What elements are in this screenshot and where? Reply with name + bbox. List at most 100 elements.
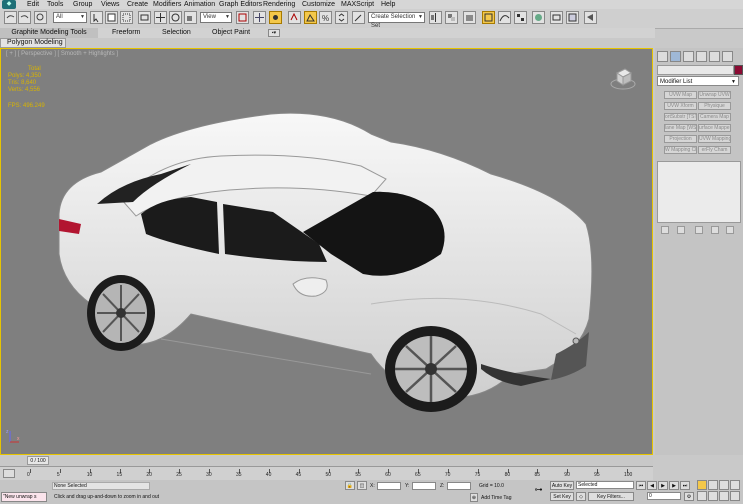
auto-key-button[interactable]: Auto Key: [550, 481, 574, 490]
scale-icon[interactable]: [184, 11, 197, 24]
zoom-extents-all-icon[interactable]: [730, 480, 740, 490]
hierarchy-tab-icon[interactable]: [683, 51, 694, 62]
modifier-button[interactable]: erFly Cham: [698, 146, 731, 154]
display-tab-icon[interactable]: [709, 51, 720, 62]
menu-animation[interactable]: Animation: [184, 0, 215, 9]
modifier-button[interactable]: Unwrap UVW: [698, 91, 731, 99]
make-unique-icon[interactable]: [695, 226, 703, 234]
align-icon[interactable]: [445, 11, 458, 24]
time-config-icon[interactable]: ⚙: [684, 492, 694, 501]
pan-view-icon[interactable]: [708, 491, 718, 501]
tab-polygon-modeling[interactable]: Polygon Modeling: [0, 38, 66, 48]
previous-frame-icon[interactable]: ◀: [647, 481, 657, 490]
move-icon[interactable]: [154, 11, 167, 24]
lock-selection-icon[interactable]: 🔒: [345, 481, 355, 490]
menu-graph-editors[interactable]: Graph Editors: [219, 0, 262, 9]
modify-tab-icon[interactable]: [670, 51, 681, 62]
modifier-button[interactable]: lane Map [WS]: [664, 124, 697, 132]
pivot-icon[interactable]: [236, 11, 249, 24]
menu-edit[interactable]: Edit: [27, 0, 39, 9]
rect-selection-icon[interactable]: [120, 11, 133, 24]
window-crossing-icon[interactable]: [138, 11, 151, 24]
time-slider-track[interactable]: [0, 456, 653, 466]
zoom-icon[interactable]: [697, 480, 707, 490]
perspective-viewport[interactable]: [ + ] [ Perspective ] [ Smooth + Highlig…: [0, 48, 653, 455]
angle-snap-icon[interactable]: [304, 11, 317, 24]
menu-help[interactable]: Help: [381, 0, 395, 9]
menu-maxscript[interactable]: MAXScript: [341, 0, 374, 9]
time-tag-icon[interactable]: ⊕: [470, 493, 478, 502]
schematic-view-icon[interactable]: [514, 11, 527, 24]
key-filters-button[interactable]: Key Filters...: [588, 492, 634, 501]
y-coord-field[interactable]: [412, 482, 436, 490]
modifier-button[interactable]: Physique: [698, 102, 731, 110]
object-name-field[interactable]: [657, 65, 734, 75]
menu-tools[interactable]: Tools: [47, 0, 63, 9]
keyboard-shortcut-icon[interactable]: [269, 11, 282, 24]
maximize-viewport-icon[interactable]: [730, 491, 740, 501]
menu-modifiers[interactable]: Modifiers: [153, 0, 181, 9]
add-time-tag[interactable]: Add Time Tag: [481, 495, 511, 501]
modifier-list-dropdown[interactable]: Modifier List ▼: [657, 76, 739, 86]
auto-key-mode-dropdown[interactable]: Selected: [576, 481, 634, 489]
named-selection-dropdown[interactable]: Create Selection Set ▼: [368, 12, 425, 29]
current-frame-field[interactable]: 0: [647, 492, 681, 500]
modifier-button[interactable]: UVW Mapping Ad: [698, 135, 731, 143]
modifier-stack[interactable]: [657, 161, 741, 223]
utilities-tab-icon[interactable]: [722, 51, 733, 62]
undo-icon[interactable]: [4, 11, 17, 24]
time-slider[interactable]: 0 / 100: [27, 456, 49, 465]
car-model[interactable]: [41, 104, 611, 414]
field-of-view-icon[interactable]: [697, 491, 707, 501]
absolute-mode-icon[interactable]: ◫: [357, 481, 367, 490]
pin-stack-icon[interactable]: [661, 226, 669, 234]
modifier-button[interactable]: Projection: [664, 135, 697, 143]
layer-manager-icon[interactable]: [463, 11, 476, 24]
go-to-end-icon[interactable]: ⏭: [680, 481, 690, 490]
go-to-start-icon[interactable]: ⏮: [636, 481, 646, 490]
orbit-icon[interactable]: [719, 491, 729, 501]
select-manipulate-icon[interactable]: [253, 11, 266, 24]
tab-object-paint[interactable]: Object Paint: [212, 28, 250, 38]
create-tab-icon[interactable]: [657, 51, 668, 62]
graphite-toggle-icon[interactable]: [482, 11, 495, 24]
redo-icon[interactable]: [18, 11, 31, 24]
selection-filter-dropdown[interactable]: All ▼: [53, 12, 87, 23]
menu-create[interactable]: Create: [127, 0, 148, 9]
remove-modifier-icon[interactable]: [711, 226, 719, 234]
material-editor-icon[interactable]: [532, 11, 545, 24]
ribbon-options-icon[interactable]: ▪▾: [268, 29, 280, 37]
modifier-button[interactable]: W Mapping Cle: [664, 146, 697, 154]
menu-group[interactable]: Group: [73, 0, 92, 9]
tab-graphite-modeling-tools[interactable]: Graphite Modeling Tools: [0, 28, 98, 38]
modifier-button[interactable]: urface Mapper [W]: [698, 124, 731, 132]
modifier-button[interactable]: UVW Xform: [664, 102, 697, 110]
select-object-icon[interactable]: [90, 11, 103, 24]
render-production-icon[interactable]: [584, 11, 597, 24]
z-coord-field[interactable]: [447, 482, 471, 490]
show-end-result-icon[interactable]: [677, 226, 685, 234]
menu-views[interactable]: Views: [101, 0, 120, 9]
tab-freeform[interactable]: Freeform: [112, 28, 140, 38]
rendered-frame-icon[interactable]: [566, 11, 579, 24]
ref-coord-dropdown[interactable]: View ▼: [200, 12, 232, 23]
zoom-all-icon[interactable]: [708, 480, 718, 490]
menu-rendering[interactable]: Rendering: [263, 0, 295, 9]
set-key-button[interactable]: Set Key: [550, 492, 574, 501]
tab-selection[interactable]: Selection: [162, 28, 191, 38]
object-color-swatch[interactable]: [734, 65, 743, 75]
x-coord-field[interactable]: [377, 482, 401, 490]
menu-customize[interactable]: Customize: [302, 0, 335, 9]
mirror-icon[interactable]: [429, 11, 442, 24]
link-icon[interactable]: [34, 11, 47, 24]
rotate-icon[interactable]: [169, 11, 182, 24]
edit-named-selection-icon[interactable]: [352, 11, 365, 24]
key-mode-icon[interactable]: ◇: [576, 492, 586, 501]
modifier-button[interactable]: Camera Map: [698, 113, 731, 121]
play-icon[interactable]: ▶: [658, 481, 668, 490]
key-icon[interactable]: ⊶: [530, 486, 547, 495]
spinner-snap-icon[interactable]: [335, 11, 348, 24]
modifier-button[interactable]: UVW Map: [664, 91, 697, 99]
render-setup-icon[interactable]: [550, 11, 563, 24]
percent-snap-icon[interactable]: %: [319, 11, 332, 24]
